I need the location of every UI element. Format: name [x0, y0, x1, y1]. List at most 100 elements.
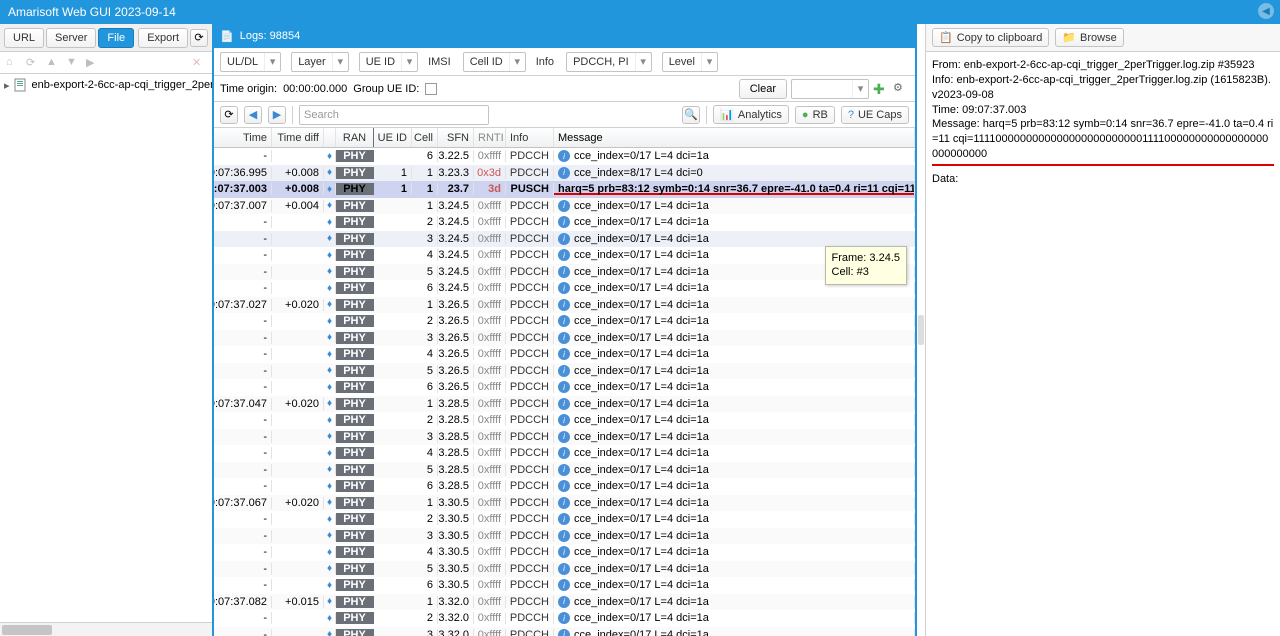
table-row[interactable]: -♦PHY33.24.50xffffPDCCHicce_index=0/17 L…: [214, 231, 915, 248]
col-info[interactable]: Info: [506, 128, 554, 147]
col-ran[interactable]: RAN: [336, 128, 374, 147]
info-icon: i: [558, 497, 570, 509]
info-icon: i: [558, 530, 570, 542]
direction-icon: ♦: [327, 613, 332, 624]
up-icon[interactable]: ▲: [46, 56, 60, 70]
home-icon[interactable]: ⌂: [6, 56, 20, 70]
table-row[interactable]: -♦PHY23.30.50xffffPDCCHicce_index=0/17 L…: [214, 511, 915, 528]
close-icon[interactable]: ✕: [192, 56, 206, 70]
search-input[interactable]: Search: [299, 105, 489, 125]
forward-icon[interactable]: ▶: [268, 106, 286, 124]
url-button[interactable]: URL: [4, 28, 44, 48]
table-row[interactable]: -♦PHY33.26.50xffffPDCCHicce_index=0/17 L…: [214, 330, 915, 347]
right-icon[interactable]: ▶: [86, 56, 100, 70]
filter-row: UL/DL▾ Layer▾ UE ID▾ IMSI Cell ID▾ Info …: [214, 48, 915, 76]
reload-icon[interactable]: ⟳: [26, 56, 40, 70]
table-row[interactable]: -♦PHY23.28.50xffffPDCCHicce_index=0/17 L…: [214, 412, 915, 429]
export-button[interactable]: Export: [138, 28, 188, 48]
table-row[interactable]: 09:07:37.027+0.020♦PHY13.26.50xffffPDCCH…: [214, 297, 915, 314]
table-row[interactable]: 09:07:37.003+0.008♦PHY1123.73dPUSCHharq=…: [214, 181, 915, 198]
down-icon[interactable]: ▼: [66, 56, 80, 70]
file-button[interactable]: File: [98, 28, 134, 48]
direction-icon: ♦: [327, 563, 332, 574]
table-row[interactable]: -♦PHY23.32.00xffffPDCCHicce_index=0/17 L…: [214, 610, 915, 627]
folder-icon: 📁: [1062, 31, 1076, 44]
copy-button[interactable]: 📋Copy to clipboard: [932, 28, 1049, 47]
refresh-icon[interactable]: ⟳: [190, 29, 208, 47]
time-origin-input[interactable]: 00:00:00.000: [283, 83, 347, 95]
splitter[interactable]: [917, 24, 925, 636]
file-tree[interactable]: ▸ enb-export-2-6cc-ap-cqi_trigger_2perTr…: [0, 74, 212, 622]
info-icon: i: [558, 563, 570, 575]
table-row[interactable]: -♦PHY33.28.50xffffPDCCHicce_index=0/17 L…: [214, 429, 915, 446]
logs-tab-title: Logs: 98854: [240, 30, 301, 42]
info-icon: i: [558, 348, 570, 360]
table-row[interactable]: -♦PHY53.24.50xffffPDCCHicce_index=0/17 L…: [214, 264, 915, 281]
table-row[interactable]: -♦PHY33.32.00xffffPDCCHicce_index=0/17 L…: [214, 627, 915, 636]
table-row[interactable]: 09:07:37.047+0.020♦PHY13.28.50xffffPDCCH…: [214, 396, 915, 413]
table-row[interactable]: 09:07:37.082+0.015♦PHY13.32.00xffffPDCCH…: [214, 594, 915, 611]
rb-button[interactable]: ●RB: [795, 106, 835, 124]
uecaps-button[interactable]: ?UE Caps: [841, 106, 909, 124]
table-row[interactable]: 09:07:37.067+0.020♦PHY13.30.50xffffPDCCH…: [214, 495, 915, 512]
direction-icon: ♦: [327, 250, 332, 261]
horizontal-scrollbar[interactable]: [0, 622, 212, 636]
table-row[interactable]: -♦PHY63.24.50xffffPDCCHicce_index=0/17 L…: [214, 280, 915, 297]
table-row[interactable]: -♦PHY43.26.50xffffPDCCHicce_index=0/17 L…: [214, 346, 915, 363]
refresh-nav-icon[interactable]: ⟳: [220, 106, 238, 124]
table-row[interactable]: -♦PHY43.28.50xffffPDCCHicce_index=0/17 L…: [214, 445, 915, 462]
table-row[interactable]: -♦PHY53.28.50xffffPDCCHicce_index=0/17 L…: [214, 462, 915, 479]
table-row[interactable]: 09:07:37.007+0.004♦PHY13.24.50xffffPDCCH…: [214, 198, 915, 215]
right-pane: 📋Copy to clipboard 📁Browse From: enb-exp…: [925, 24, 1280, 636]
info-icon: i: [558, 332, 570, 344]
info-icon: i: [558, 365, 570, 377]
browse-button[interactable]: 📁Browse: [1055, 28, 1123, 47]
info-filter[interactable]: PDCCH, PI▾: [566, 52, 652, 72]
col-cell[interactable]: Cell: [412, 128, 438, 147]
table-row[interactable]: -♦PHY23.26.50xffffPDCCHicce_index=0/17 L…: [214, 313, 915, 330]
direction-icon: ♦: [327, 266, 332, 277]
clear-combo[interactable]: ▾: [791, 79, 869, 99]
server-button[interactable]: Server: [46, 28, 96, 48]
ueid-filter[interactable]: UE ID▾: [359, 52, 418, 72]
help-icon: ?: [848, 109, 854, 121]
table-row[interactable]: -♦PHY63.22.50xffffPDCCHicce_index=0/17 L…: [214, 148, 915, 165]
info-icon: i: [558, 249, 570, 261]
table-row[interactable]: -♦PHY63.28.50xffffPDCCHicce_index=0/17 L…: [214, 478, 915, 495]
expand-icon[interactable]: ▸: [4, 79, 10, 92]
col-message[interactable]: Message: [554, 128, 915, 147]
table-row[interactable]: -♦PHY23.24.50xffffPDCCHicce_index=0/17 L…: [214, 214, 915, 231]
table-row[interactable]: -♦PHY43.30.50xffffPDCCHicce_index=0/17 L…: [214, 544, 915, 561]
direction-icon: ♦: [327, 481, 332, 492]
plus-icon[interactable]: ✚: [873, 81, 889, 97]
group-ueid-checkbox[interactable]: [425, 83, 437, 95]
direction-icon: ♦: [327, 283, 332, 294]
table-row[interactable]: -♦PHY33.30.50xffffPDCCHicce_index=0/17 L…: [214, 528, 915, 545]
col-ueid[interactable]: UE ID: [374, 128, 412, 147]
col-sfn[interactable]: SFN: [438, 128, 474, 147]
cellid-filter[interactable]: Cell ID▾: [463, 52, 526, 72]
analytics-button[interactable]: 📊Analytics: [713, 105, 789, 124]
col-time[interactable]: Time: [214, 128, 272, 147]
col-dir[interactable]: [324, 128, 336, 147]
table-row[interactable]: -♦PHY63.30.50xffffPDCCHicce_index=0/17 L…: [214, 577, 915, 594]
uldl-filter[interactable]: UL/DL▾: [220, 52, 281, 72]
table-row[interactable]: -♦PHY43.24.50xffffPDCCHicce_index=0/17 L…: [214, 247, 915, 264]
col-rnti[interactable]: RNTI: [474, 128, 506, 147]
table-row[interactable]: 09:07:36.995+0.008♦PHY113.23.30x3dPDCCHi…: [214, 165, 915, 182]
file-icon: [14, 78, 28, 92]
table-row[interactable]: -♦PHY53.30.50xffffPDCCHicce_index=0/17 L…: [214, 561, 915, 578]
binoculars-icon[interactable]: 🔍: [682, 106, 700, 124]
gear-icon[interactable]: ⚙: [893, 81, 909, 97]
tree-item-label: enb-export-2-6cc-ap-cqi_trigger_2perTrig…: [32, 79, 212, 91]
tree-item[interactable]: ▸ enb-export-2-6cc-ap-cqi_trigger_2perTr…: [0, 76, 212, 94]
layer-filter[interactable]: Layer▾: [291, 52, 349, 72]
level-filter[interactable]: Level▾: [662, 52, 718, 72]
col-timediff[interactable]: Time diff: [272, 128, 324, 147]
table-row[interactable]: -♦PHY53.26.50xffffPDCCHicce_index=0/17 L…: [214, 363, 915, 380]
table-row[interactable]: -♦PHY63.26.50xffffPDCCHicce_index=0/17 L…: [214, 379, 915, 396]
clear-button[interactable]: Clear: [739, 79, 787, 99]
back-icon[interactable]: ◀: [244, 106, 262, 124]
sidebar-collapse-icon[interactable]: ◀: [1258, 3, 1274, 19]
source-toolbar: URL Server File Export ⟳: [0, 24, 212, 52]
